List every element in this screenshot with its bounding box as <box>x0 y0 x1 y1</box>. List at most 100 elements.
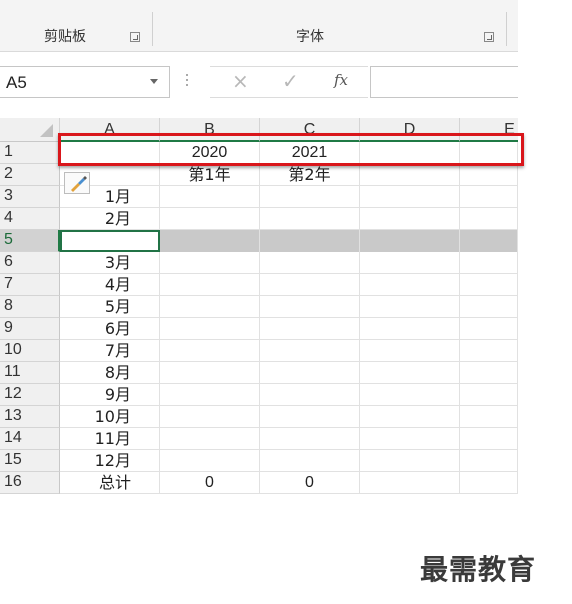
cell-c13[interactable] <box>260 406 360 428</box>
cell-d15[interactable] <box>360 450 460 472</box>
cell-a16[interactable]: 总计 <box>60 472 160 494</box>
cell-d1[interactable] <box>360 142 460 164</box>
cell-d11[interactable] <box>360 362 460 384</box>
row-header-4[interactable]: 4 <box>0 208 60 230</box>
cell-d4[interactable] <box>360 208 460 230</box>
cell-c4[interactable] <box>260 208 360 230</box>
clipboard-dialog-launcher-icon[interactable] <box>130 32 140 42</box>
cell-a5[interactable] <box>60 230 160 252</box>
row-header-2[interactable]: 2 <box>0 164 60 186</box>
cell-b9[interactable] <box>160 318 260 340</box>
cell-c8[interactable] <box>260 296 360 318</box>
paste-options-button[interactable] <box>64 172 90 194</box>
cell-b12[interactable] <box>160 384 260 406</box>
cell-b13[interactable] <box>160 406 260 428</box>
column-header-d[interactable]: D <box>360 118 460 142</box>
row-header-3[interactable]: 3 <box>0 186 60 208</box>
cell-a7[interactable]: 4月 <box>60 274 160 296</box>
cell-c9[interactable] <box>260 318 360 340</box>
cell-d2[interactable] <box>360 164 460 186</box>
insert-function-button[interactable]: fx <box>334 71 348 89</box>
cell-c5[interactable] <box>260 230 360 252</box>
cell-a8[interactable]: 5月 <box>60 296 160 318</box>
cell-a15[interactable]: 12月 <box>60 450 160 472</box>
cell-c7[interactable] <box>260 274 360 296</box>
row-header-5[interactable]: 5 <box>0 230 60 252</box>
row-header-11[interactable]: 11 <box>0 362 60 384</box>
cell-d14[interactable] <box>360 428 460 450</box>
cell-d13[interactable] <box>360 406 460 428</box>
cell-e13[interactable] <box>460 406 518 428</box>
cell-e12[interactable] <box>460 384 518 406</box>
cell-b2[interactable]: 第1年 <box>160 164 260 186</box>
column-header-e[interactable]: E <box>460 118 518 142</box>
name-box[interactable]: A5 <box>0 66 170 98</box>
cell-a4[interactable]: 2月 <box>60 208 160 230</box>
cell-d12[interactable] <box>360 384 460 406</box>
cell-d16[interactable] <box>360 472 460 494</box>
column-header-a[interactable]: A <box>60 118 160 142</box>
cell-a10[interactable]: 7月 <box>60 340 160 362</box>
row-header-6[interactable]: 6 <box>0 252 60 274</box>
cell-d10[interactable] <box>360 340 460 362</box>
cell-b11[interactable] <box>160 362 260 384</box>
cell-b16[interactable]: 0 <box>160 472 260 494</box>
cell-d5[interactable] <box>360 230 460 252</box>
cell-c2[interactable]: 第2年 <box>260 164 360 186</box>
cell-b10[interactable] <box>160 340 260 362</box>
cell-a1[interactable] <box>60 142 160 164</box>
row-header-15[interactable]: 15 <box>0 450 60 472</box>
cell-e4[interactable] <box>460 208 518 230</box>
row-header-12[interactable]: 12 <box>0 384 60 406</box>
cell-c15[interactable] <box>260 450 360 472</box>
font-dialog-launcher-icon[interactable] <box>484 32 494 42</box>
cell-d6[interactable] <box>360 252 460 274</box>
cell-d8[interactable] <box>360 296 460 318</box>
column-header-c[interactable]: C <box>260 118 360 142</box>
cell-d7[interactable] <box>360 274 460 296</box>
cell-e6[interactable] <box>460 252 518 274</box>
cell-b7[interactable] <box>160 274 260 296</box>
cell-e9[interactable] <box>460 318 518 340</box>
cell-b15[interactable] <box>160 450 260 472</box>
cell-e5[interactable] <box>460 230 518 252</box>
cell-e10[interactable] <box>460 340 518 362</box>
cell-d9[interactable] <box>360 318 460 340</box>
row-header-9[interactable]: 9 <box>0 318 60 340</box>
cell-a12[interactable]: 9月 <box>60 384 160 406</box>
row-header-16[interactable]: 16 <box>0 472 60 494</box>
cell-e16[interactable] <box>460 472 518 494</box>
cell-a11[interactable]: 8月 <box>60 362 160 384</box>
cell-e14[interactable] <box>460 428 518 450</box>
cell-c6[interactable] <box>260 252 360 274</box>
cancel-x-icon[interactable]: × <box>232 69 249 93</box>
cell-a13[interactable]: 10月 <box>60 406 160 428</box>
cell-b14[interactable] <box>160 428 260 450</box>
cell-b4[interactable] <box>160 208 260 230</box>
enter-check-icon[interactable]: ✓ <box>282 69 299 93</box>
cell-e8[interactable] <box>460 296 518 318</box>
row-header-10[interactable]: 10 <box>0 340 60 362</box>
formula-input[interactable] <box>370 66 518 98</box>
cell-c10[interactable] <box>260 340 360 362</box>
cell-e1[interactable] <box>460 142 518 164</box>
row-header-13[interactable]: 13 <box>0 406 60 428</box>
cell-c3[interactable] <box>260 186 360 208</box>
select-all-button[interactable] <box>0 118 60 142</box>
row-header-7[interactable]: 7 <box>0 274 60 296</box>
cell-d3[interactable] <box>360 186 460 208</box>
cell-c1[interactable]: 2021 <box>260 142 360 164</box>
cell-e2[interactable] <box>460 164 518 186</box>
cell-b3[interactable] <box>160 186 260 208</box>
cell-e3[interactable] <box>460 186 518 208</box>
cell-c14[interactable] <box>260 428 360 450</box>
cell-b6[interactable] <box>160 252 260 274</box>
column-header-b[interactable]: B <box>160 118 260 142</box>
chevron-down-icon[interactable] <box>150 79 158 84</box>
cell-a9[interactable]: 6月 <box>60 318 160 340</box>
cell-c11[interactable] <box>260 362 360 384</box>
cell-a6[interactable]: 3月 <box>60 252 160 274</box>
cell-a14[interactable]: 11月 <box>60 428 160 450</box>
cell-c16[interactable]: 0 <box>260 472 360 494</box>
cell-b8[interactable] <box>160 296 260 318</box>
